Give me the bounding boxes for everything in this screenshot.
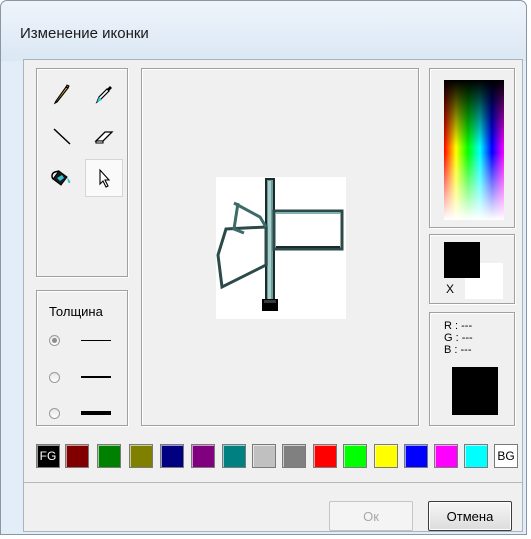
- fg-bg-panel: X: [429, 234, 515, 304]
- thickness-radio-1[interactable]: [49, 335, 60, 346]
- g-value: G : ---: [444, 332, 473, 344]
- cursor-icon: [99, 168, 111, 188]
- b-value: B : ---: [444, 344, 472, 356]
- palette-swatch-green[interactable]: [97, 444, 121, 468]
- palette-swatch-navy[interactable]: [160, 444, 184, 468]
- thickness-radio-2[interactable]: [49, 372, 60, 383]
- pencil-tool[interactable]: [43, 75, 81, 113]
- palette-swatch-gray[interactable]: [282, 444, 306, 468]
- swap-colors-label[interactable]: X: [446, 282, 454, 296]
- foreground-color-swatch[interactable]: [444, 242, 480, 278]
- line-tool[interactable]: [43, 117, 81, 155]
- current-color-swatch: [452, 367, 498, 415]
- drawing-area: [141, 68, 419, 426]
- palette-swatch-teal[interactable]: [222, 444, 246, 468]
- palette-fg-swatch[interactable]: FG: [36, 444, 60, 468]
- palette-swatch-purple[interactable]: [191, 444, 215, 468]
- thickness-line-3: [81, 411, 111, 415]
- color-spectrum[interactable]: [444, 80, 504, 220]
- button-bar: Ок Отмена: [24, 483, 522, 533]
- title-bar: Изменение иконки: [1, 1, 526, 61]
- paint-bucket-icon: [51, 170, 71, 186]
- eyedropper-tool[interactable]: [85, 75, 123, 113]
- palette-swatch-maroon[interactable]: [65, 444, 89, 468]
- thickness-group: Толщина: [36, 290, 128, 426]
- thickness-radio-3[interactable]: [49, 408, 60, 419]
- tools-panel: [36, 68, 128, 277]
- dialog-client-area: Толщина X R: --- G: --- B: --- FG BG …: [23, 59, 523, 532]
- eraser-tool[interactable]: [85, 117, 123, 155]
- ok-button[interactable]: Ок: [329, 501, 413, 531]
- eyedropper-icon: [95, 86, 112, 104]
- palette-bg-swatch[interactable]: BG: [494, 444, 518, 468]
- palette-swatch-magenta[interactable]: [434, 444, 458, 468]
- cancel-button[interactable]: Отмена: [428, 501, 512, 531]
- icon-canvas[interactable]: [216, 177, 346, 319]
- select-tool[interactable]: [85, 159, 123, 197]
- r-value: R : ---: [444, 320, 473, 332]
- palette-swatch-red[interactable]: [313, 444, 337, 468]
- palette-swatch-blue[interactable]: [404, 444, 428, 468]
- pencil-icon: [53, 84, 70, 105]
- icon-editor-dialog: Изменение иконки Толщина X R: --- G: -…: [0, 0, 527, 535]
- line-icon: [53, 128, 71, 145]
- thickness-title: Толщина: [49, 304, 103, 319]
- thickness-line-1: [81, 340, 111, 341]
- fill-tool[interactable]: [43, 159, 81, 197]
- signpost-icon: [216, 178, 344, 311]
- thickness-line-2: [81, 376, 111, 378]
- eraser-icon: [94, 131, 114, 144]
- palette-swatch-cyan[interactable]: [464, 444, 488, 468]
- palette-swatch-silver[interactable]: [252, 444, 276, 468]
- spectrum-panel: [429, 68, 515, 228]
- palette-swatch-yellow[interactable]: [374, 444, 398, 468]
- rgb-panel: R : --- G : --- B : ---: [429, 312, 515, 426]
- palette-swatch-olive[interactable]: [129, 444, 153, 468]
- window-title: Изменение иконки: [20, 25, 149, 42]
- palette-swatch-lime[interactable]: [343, 444, 367, 468]
